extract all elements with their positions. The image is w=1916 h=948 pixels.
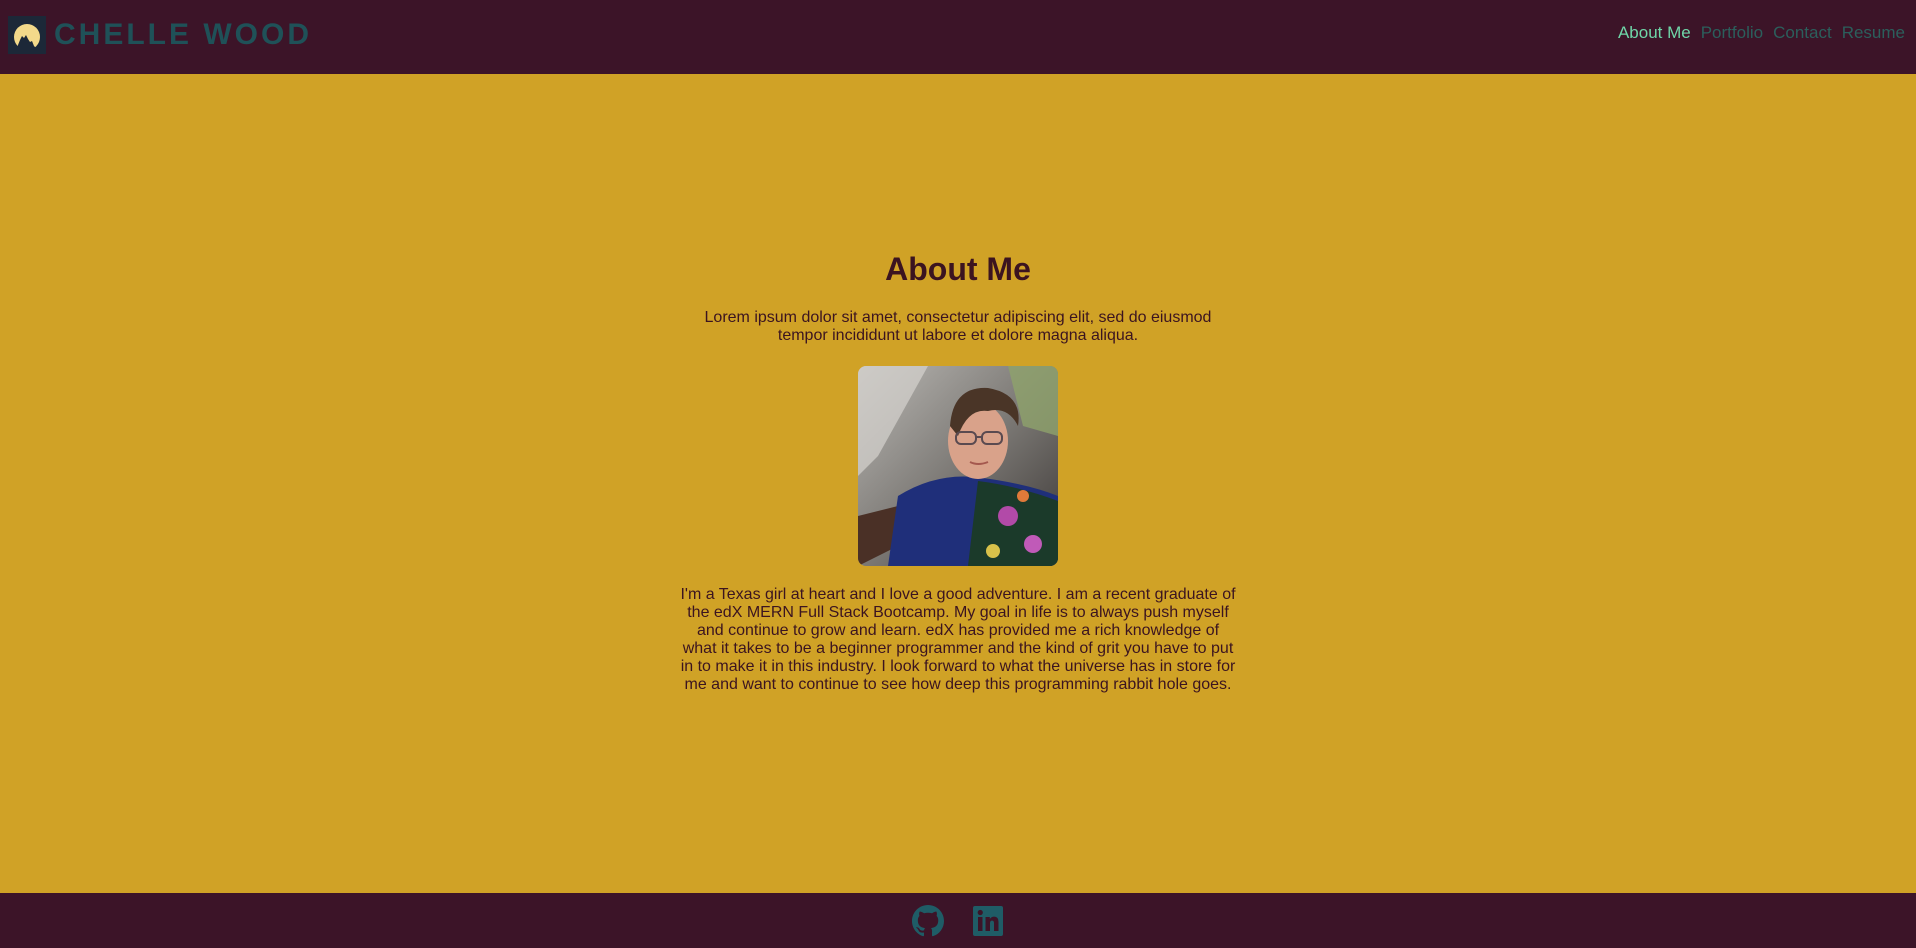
nav-contact[interactable]: Contact [1773, 23, 1832, 43]
intro-text: Lorem ipsum dolor sit amet, consectetur … [704, 309, 1212, 344]
nav-about-me[interactable]: About Me [1618, 23, 1691, 43]
about-section: About Me Lorem ipsum dolor sit amet, con… [0, 74, 1916, 893]
site-footer [0, 893, 1916, 948]
page-title: About Me [885, 251, 1031, 287]
moon-howling-wolf-icon [8, 16, 46, 54]
main-nav: About Me Portfolio Contact Resume [1618, 23, 1905, 43]
site-header: CHELLE WOOD About Me Portfolio Contact R… [0, 0, 1916, 74]
nav-resume[interactable]: Resume [1842, 23, 1905, 43]
brand-name: CHELLE WOOD [54, 18, 312, 51]
profile-photo [858, 366, 1058, 566]
nav-portfolio[interactable]: Portfolio [1701, 23, 1763, 43]
linkedin-icon[interactable] [972, 905, 1004, 942]
social-links [912, 905, 1004, 942]
brand-link[interactable]: CHELLE WOOD [8, 16, 312, 54]
github-icon[interactable] [912, 905, 944, 942]
bio-text: I'm a Texas girl at heart and I love a g… [680, 586, 1236, 693]
